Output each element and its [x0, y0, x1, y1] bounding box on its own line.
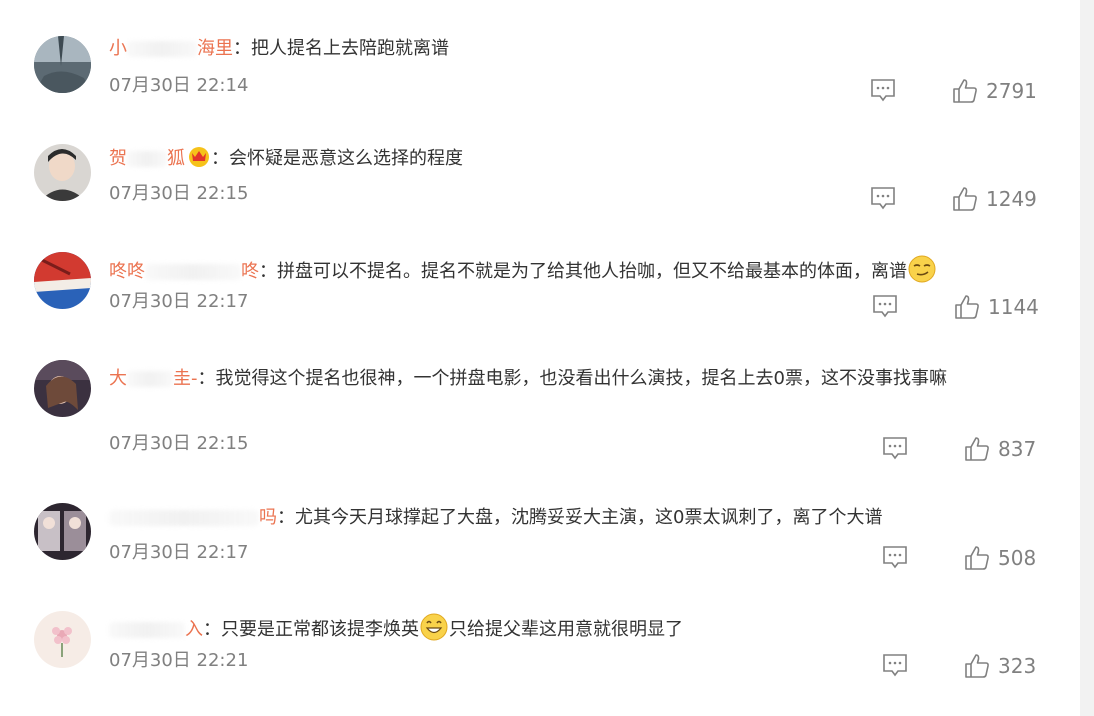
colon: ： — [197, 368, 216, 389]
crown-badge-icon — [189, 147, 209, 167]
colon: ： — [259, 261, 277, 282]
comment-text: 会怀疑是恶意这么选择的程度 — [229, 148, 463, 169]
like-icon[interactable] — [954, 294, 980, 320]
like-icon[interactable] — [964, 436, 990, 462]
avatar[interactable] — [34, 611, 91, 668]
username[interactable]: 入 — [109, 617, 203, 643]
comment-line: 大圭-：我觉得这个提名也很神，一个拼盘电影，也没看出什么演技，提名上去0票，这不… — [109, 362, 1054, 395]
username[interactable]: 咚咚咚 — [109, 259, 259, 285]
comment-line: 咚咚 咚：拼盘可以不提名。提名不就是为了给其他人抬咖，但又不给最基本的体面，离谱 — [109, 254, 937, 285]
like-icon[interactable] — [964, 653, 990, 679]
comment-text: 我觉得这个提名也很神，一个拼盘电影，也没看出什么演技，提名上去0票，这不没事找事… — [215, 368, 947, 389]
reply-icon[interactable] — [870, 185, 896, 211]
like-count: 837 — [998, 437, 1037, 461]
avatar[interactable] — [34, 360, 91, 417]
comment-text: 尤其今天月球撑起了大盘，沈腾妥妥大主演，这0票太讽刺了，离了个大谱 — [295, 507, 883, 528]
colon: ： — [203, 619, 221, 640]
like-icon[interactable] — [964, 545, 990, 571]
like-icon[interactable] — [952, 186, 978, 212]
colon: ： — [233, 38, 251, 59]
like-count: 1249 — [986, 187, 1037, 211]
reply-icon[interactable] — [872, 293, 898, 319]
reply-icon[interactable] — [870, 77, 896, 103]
like-count: 2791 — [986, 79, 1037, 103]
smirk-emoji-icon — [908, 255, 936, 283]
timestamp: 07月30日 22:17 — [109, 291, 249, 312]
like-count: 323 — [998, 654, 1037, 678]
comment-text: 拼盘可以不提名。提名不就是为了给其他人抬咖，但又不给最基本的体面，离谱 — [277, 261, 907, 282]
like-count: 508 — [998, 546, 1037, 570]
comment-line: 贺狐 ：会怀疑是恶意这么选择的程度 — [109, 144, 463, 172]
comment-line: 入：只要是正常都该提李焕英 只给提父辈这用意就很明显了 — [109, 612, 683, 643]
username[interactable]: 大圭- — [109, 362, 198, 395]
like-icon[interactable] — [952, 78, 978, 104]
scrollbar-track[interactable] — [1080, 0, 1094, 716]
comment-text: 把人提名上去陪跑就离谱 — [251, 38, 449, 59]
timestamp: 07月30日 22:21 — [109, 650, 249, 671]
like-count: 1144 — [988, 295, 1039, 319]
comment-text-part1: 只要是正常都该提李焕英 — [221, 619, 419, 640]
avatar[interactable] — [34, 36, 91, 93]
comment-line: 吗：尤其今天月球撑起了大盘，沈腾妥妥大主演，这0票太讽刺了，离了个大谱 — [109, 505, 882, 531]
username[interactable]: 吗 — [109, 505, 277, 531]
avatar[interactable] — [34, 144, 91, 201]
username[interactable]: 小海里 — [109, 36, 233, 62]
timestamp: 07月30日 22:15 — [109, 433, 249, 454]
reply-icon[interactable] — [882, 652, 908, 678]
comment-text-part2: 只给提父辈这用意就很明显了 — [449, 619, 683, 640]
colon: ： — [211, 148, 229, 169]
colon: ： — [277, 507, 295, 528]
timestamp: 07月30日 22:15 — [109, 183, 249, 204]
comment-line: 小海里：把人提名上去陪跑就离谱 — [109, 36, 449, 62]
timestamp: 07月30日 22:14 — [109, 75, 249, 96]
avatar[interactable] — [34, 252, 91, 309]
reply-icon[interactable] — [882, 435, 908, 461]
comment-list-page: 小海里：把人提名上去陪跑就离谱 07月30日 22:14 2791 贺狐：会怀疑… — [0, 0, 1094, 716]
timestamp: 07月30日 22:17 — [109, 542, 249, 563]
username[interactable]: 贺狐 — [109, 146, 185, 172]
laughing-emoji-icon — [420, 613, 448, 641]
reply-icon[interactable] — [882, 544, 908, 570]
avatar[interactable] — [34, 503, 91, 560]
